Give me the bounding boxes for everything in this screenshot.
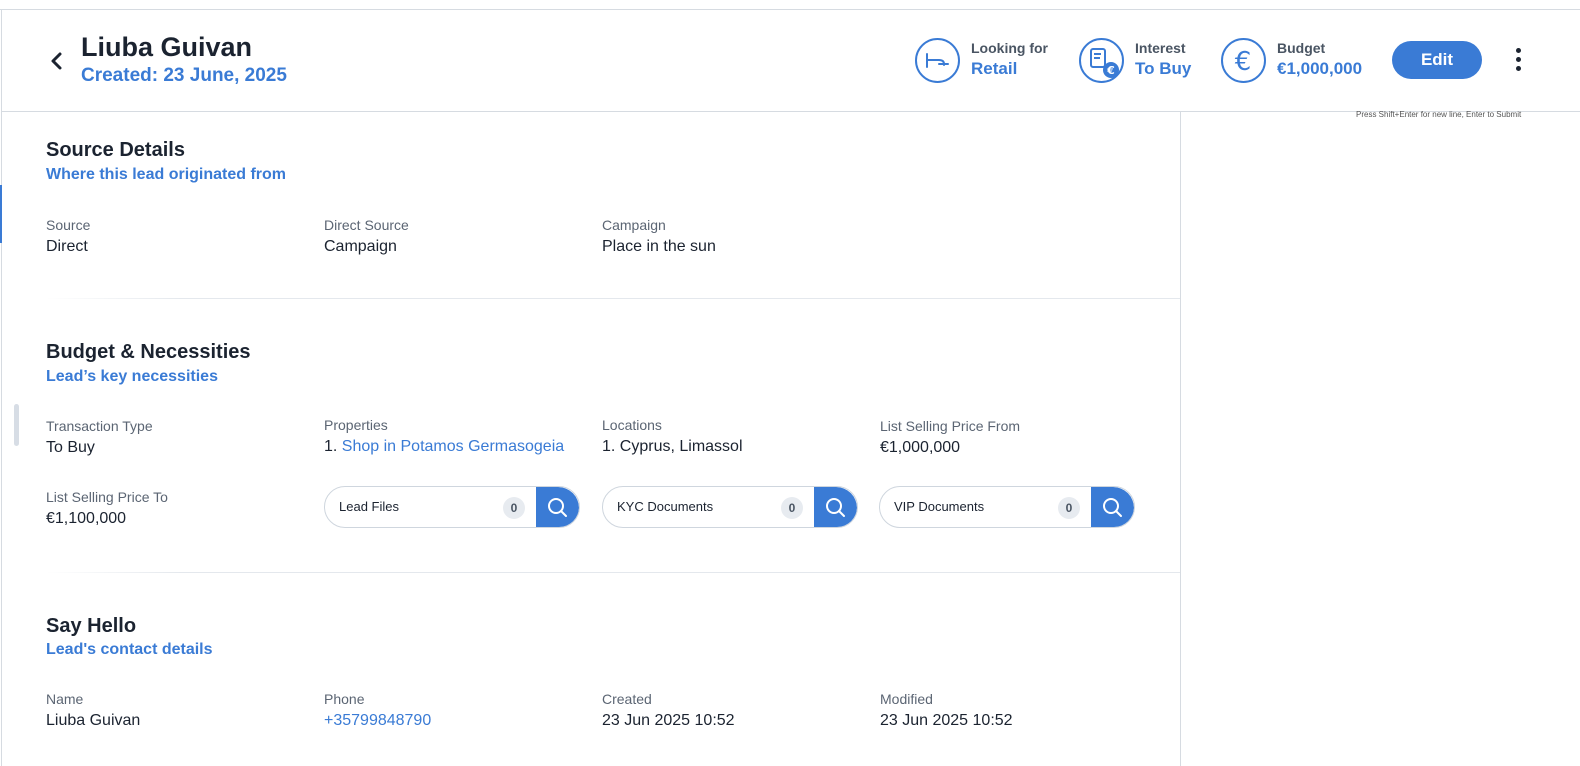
search-icon: [1103, 498, 1122, 517]
left-border: [1, 10, 2, 766]
properties-field: Properties 1. Shop in Potamos Germasogei…: [324, 417, 578, 456]
transaction-type-field: Transaction Type To Buy: [46, 418, 153, 457]
price-from-field: List Selling Price From €1,000,000: [880, 418, 1020, 457]
created-label: Created: [602, 691, 652, 707]
back-button[interactable]: [46, 48, 68, 74]
name-label: Name: [46, 691, 84, 707]
direct-source-field: Direct Source Campaign: [324, 217, 409, 256]
budget-subtitle: Lead’s key necessities: [46, 368, 218, 385]
campaign-label: Campaign: [602, 217, 666, 233]
svg-text:€: €: [1106, 64, 1115, 77]
source-details-title: Source Details: [46, 139, 185, 161]
price-to-value: €1,100,000: [46, 510, 127, 527]
lead-files-count: 0: [503, 497, 525, 519]
kyc-documents-count: 0: [781, 497, 803, 519]
price-to-label: List Selling Price To: [46, 489, 168, 505]
property-index: 1.: [324, 438, 338, 455]
vip-documents-search[interactable]: VIP Documents 0: [879, 486, 1135, 528]
created-value: 23 June, 2025: [163, 65, 287, 86]
search-icon: [826, 498, 845, 517]
campaign-value: Place in the sun: [602, 238, 716, 255]
price-to-field: List Selling Price To €1,100,000: [46, 489, 168, 528]
svg-text:€: €: [1235, 47, 1252, 77]
scrollbar-thumb[interactable]: [14, 404, 19, 446]
lead-name: Liuba Guivan: [81, 32, 253, 62]
created-date: Created: 23 June, 2025: [81, 65, 287, 87]
properties-value: 1. Shop in Potamos Germasogeia: [324, 438, 578, 456]
looking-for-label: Looking for: [971, 40, 1048, 56]
property-link[interactable]: Shop in Potamos Germasogeia: [342, 438, 564, 455]
price-from-value: €1,000,000: [880, 439, 961, 456]
created-value: 23 Jun 2025 10:52: [602, 712, 735, 729]
source-label: Source: [46, 217, 91, 233]
section-separator: [46, 572, 1180, 573]
search-icon: [548, 498, 567, 517]
say-hello-subtitle: Lead's contact details: [46, 641, 213, 658]
name-field: Name Liuba Guivan: [46, 691, 140, 730]
budget-label: Budget: [1277, 40, 1326, 56]
interest-value: To Buy: [1135, 59, 1192, 78]
phone-label: Phone: [324, 691, 365, 707]
locations-field: Locations 1. Cyprus, Limassol: [602, 417, 743, 456]
looking-for-value: Retail: [971, 59, 1018, 78]
phone-link[interactable]: +35799848790: [324, 712, 431, 730]
retail-icon: [915, 38, 960, 83]
direct-source-value: Campaign: [324, 238, 397, 255]
euro-icon: €: [1221, 38, 1266, 83]
properties-label: Properties: [324, 417, 388, 433]
input-hint: Press Shift+Enter for new line, Enter to…: [1356, 110, 1522, 119]
source-details-subtitle: Where this lead originated from: [46, 166, 287, 183]
interest-euro-icon: €: [1079, 38, 1124, 83]
kyc-documents-search[interactable]: KYC Documents 0: [602, 486, 858, 528]
edit-button[interactable]: Edit: [1392, 41, 1482, 79]
more-options-icon[interactable]: [1507, 46, 1529, 76]
transaction-type-value: To Buy: [46, 439, 95, 456]
chevron-left-icon: [51, 52, 62, 70]
created-label: Created:: [81, 65, 159, 86]
vip-documents-label: VIP Documents: [894, 499, 985, 514]
lead-files-label: Lead Files: [339, 499, 399, 514]
vip-documents-count: 0: [1058, 497, 1080, 519]
modified-field: Modified 23 Jun 2025 10:52: [880, 691, 1013, 730]
budget-value: €1,000,000: [1277, 59, 1363, 78]
panel-divider: [1180, 112, 1181, 766]
locations-label: Locations: [602, 417, 662, 433]
section-separator: [46, 298, 1180, 299]
modified-label: Modified: [880, 691, 933, 707]
modified-value: 23 Jun 2025 10:52: [880, 712, 1013, 729]
direct-source-label: Direct Source: [324, 217, 409, 233]
created-field: Created 23 Jun 2025 10:52: [602, 691, 735, 730]
interest-label: Interest: [1135, 40, 1186, 56]
locations-value: 1. Cyprus, Limassol: [602, 438, 743, 455]
say-hello-title: Say Hello: [46, 615, 137, 637]
price-from-label: List Selling Price From: [880, 418, 1021, 434]
source-value: Direct: [46, 238, 88, 255]
active-section-marker: [0, 185, 2, 243]
lead-files-search[interactable]: Lead Files 0: [324, 486, 580, 528]
lead-header: Liuba Guivan Created: 23 June, 2025 Look…: [2, 10, 1580, 112]
kyc-documents-label: KYC Documents: [617, 499, 714, 514]
campaign-field: Campaign Place in the sun: [602, 217, 716, 256]
name-value: Liuba Guivan: [46, 712, 141, 729]
lead-details-page: Liuba Guivan Created: 23 June, 2025 Look…: [0, 0, 1580, 766]
budget-title: Budget & Necessities: [46, 341, 251, 363]
source-field: Source Direct: [46, 217, 90, 256]
kyc-documents-search-button[interactable]: [814, 487, 857, 527]
lead-files-search-button[interactable]: [536, 487, 579, 527]
vip-documents-search-button[interactable]: [1091, 487, 1134, 527]
phone-field: Phone +35799848790: [324, 691, 431, 730]
transaction-type-label: Transaction Type: [46, 418, 153, 434]
